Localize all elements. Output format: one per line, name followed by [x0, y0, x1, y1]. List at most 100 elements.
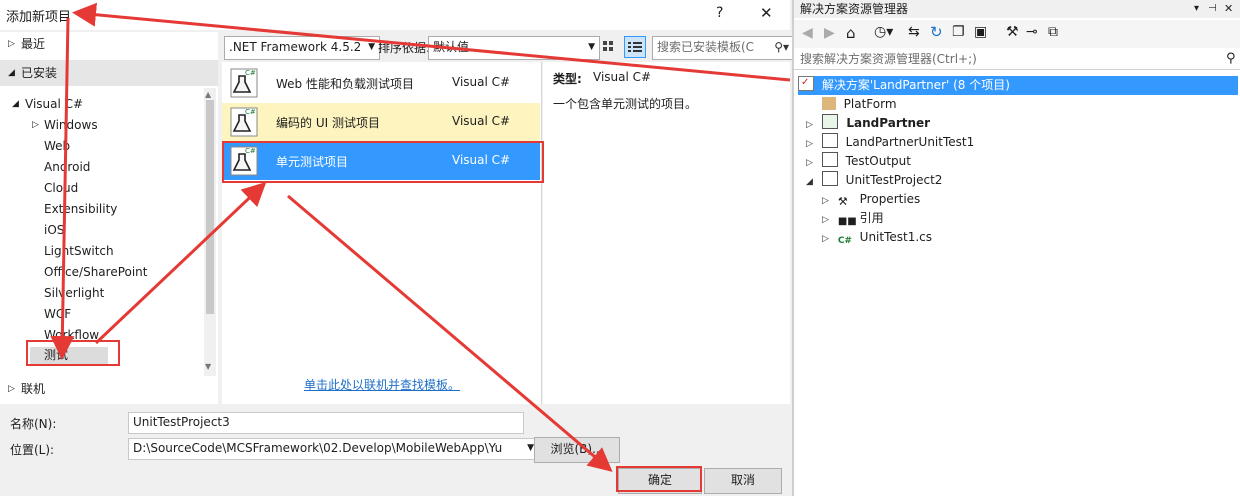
close-icon[interactable]: ✕ [1224, 0, 1233, 18]
expand-arrow-icon[interactable]: ▷ [822, 230, 834, 249]
template-language: Visual C# [452, 114, 511, 128]
collapse-arrow-icon[interactable]: ◢ [8, 60, 15, 86]
nav-recent-label: 最近 [21, 37, 46, 51]
project-settings: 名称(N): UnitTestProject3 位置(L): D:\Source… [0, 404, 790, 496]
svg-text:C#: C# [245, 69, 256, 77]
template-language: Visual C# [452, 75, 511, 89]
project-landpartnerunittest1[interactable]: ▷ LandPartnerUnitTest1 [806, 133, 974, 152]
test-project-icon [821, 171, 838, 186]
list-view-icon[interactable] [624, 36, 646, 58]
expand-arrow-icon[interactable]: ▷ [8, 34, 15, 54]
tree-item-label: LandPartnerUnitTest1 [845, 135, 975, 149]
close-icon[interactable]: ✕ [760, 4, 773, 22]
project-platform[interactable]: PlatForm [806, 95, 897, 114]
sort-dropdown[interactable]: 默认值 ▼ [428, 36, 600, 60]
history-icon[interactable]: ◷▾ [874, 24, 893, 40]
template-coded-ui[interactable]: C# 编码的 UI 测试项目 Visual C# [222, 103, 540, 141]
scroll-up-icon[interactable]: ▲ [205, 90, 211, 99]
nav-visual-csharp[interactable]: ◢ Visual C# [0, 94, 200, 114]
solution-search-input[interactable]: 搜索解决方案资源管理器(Ctrl+;) ⚲ [794, 48, 1240, 70]
chevron-down-icon: ▼ [527, 439, 534, 457]
forward-icon[interactable]: ▶ [824, 25, 835, 41]
nav-item-label: Cloud [44, 181, 79, 195]
nav-item-windows[interactable]: ▷ Windows [0, 115, 200, 135]
nav-item-test[interactable]: 测试 [0, 345, 200, 365]
csharp-file-icon: C# [837, 236, 852, 246]
nav-item-web[interactable]: Web [0, 136, 200, 156]
references-icon: ■■ [837, 216, 857, 227]
dropdown-icon[interactable]: ▾ [1194, 0, 1199, 18]
expand-arrow-icon[interactable]: ▷ [8, 376, 15, 402]
selection-highlight [30, 347, 108, 365]
name-label: 名称(N): [10, 417, 57, 431]
test-project-icon [821, 133, 838, 148]
node-properties[interactable]: ▷ ⚒ Properties [822, 190, 920, 209]
nav-item-android[interactable]: Android [0, 157, 200, 177]
sort-value: 默认值 [433, 40, 470, 54]
solution-root[interactable]: ✓ 解决方案'LandPartner' (8 个项目) [798, 76, 1238, 95]
type-label: 类型: [553, 72, 582, 86]
nav-item-label: Extensibility [44, 202, 118, 216]
refresh-icon[interactable]: ↻ [930, 23, 943, 41]
template-search-input[interactable]: 搜索已安装模板(C ⚲▾ [652, 36, 794, 60]
framework-dropdown[interactable]: .NET Framework 4.5.2 ▼ [224, 36, 380, 60]
test-flask-icon: C# [230, 68, 258, 98]
grid-view-icon[interactable] [600, 37, 620, 57]
nav-item-extensibility[interactable]: Extensibility [0, 199, 200, 219]
home-icon[interactable]: ⌂ [846, 24, 856, 42]
node-references[interactable]: ▷ ■■ 引用 [822, 209, 884, 228]
tree-item-label: PlatForm [843, 97, 897, 111]
nav-item-wcf[interactable]: WCF [0, 304, 200, 324]
nav-scrollbar-thumb[interactable] [206, 100, 214, 314]
project-landpartner[interactable]: ▷ LandPartner [806, 114, 930, 133]
back-icon[interactable]: ◀ [802, 25, 813, 41]
preview-icon[interactable]: ⊸ [1026, 24, 1038, 40]
ok-button[interactable]: 确定 [618, 468, 702, 494]
search-icon[interactable]: ⚲▾ [774, 37, 789, 57]
online-templates-link[interactable]: 单击此处以联机并查找模板。 [304, 376, 460, 393]
location-dropdown[interactable]: D:\SourceCode\MCSFramework\02.Develop\Mo… [128, 438, 538, 460]
nav-item-label: Silverlight [44, 286, 105, 300]
nav-visual-csharp-label: Visual C# [25, 97, 84, 111]
nav-installed-label: 已安装 [21, 66, 58, 80]
show-files-icon[interactable]: ▣ [974, 24, 987, 40]
svg-text:C#: C# [245, 147, 256, 155]
add-new-project-dialog: 添加新项目 ? ✕ ▷ 最近 ◢ 已安装 ◢ Visual C# ▷ Windo… [0, 0, 794, 496]
nav-online[interactable]: ▷ 联机 [0, 376, 218, 402]
collapse-arrow-icon[interactable]: ◢ [12, 94, 19, 114]
nav-item-label: LightSwitch [44, 244, 114, 258]
nav-item-office-sharepoint[interactable]: Office/SharePoint [0, 262, 200, 282]
solution-explorer-title-bar: 解决方案资源管理器 ▾ ⊣ ✕ [794, 0, 1240, 18]
nav-installed[interactable]: ◢ 已安装 [0, 60, 218, 86]
project-unittestproject2[interactable]: ◢ UnitTestProject2 [806, 171, 942, 190]
pin-icon[interactable]: ⊣ [1208, 0, 1217, 18]
search-icon[interactable]: ⚲ [1226, 48, 1236, 70]
collapse-all-icon[interactable]: ❐ [952, 24, 965, 40]
tree-item-label: UnitTestProject2 [845, 173, 943, 187]
project-name-input[interactable]: UnitTestProject3 [128, 412, 524, 434]
nav-item-label: 测试 [44, 348, 69, 362]
template-unit-test[interactable]: C# 单元测试项目 Visual C# [222, 142, 540, 180]
expand-arrow-icon[interactable]: ▷ [32, 115, 39, 135]
nav-item-ios[interactable]: iOS [0, 220, 200, 240]
file-unittest1[interactable]: ▷ C# UnitTest1.cs [822, 228, 932, 247]
nav-item-label: Office/SharePoint [44, 265, 148, 279]
tree-item-label: TestOutput [845, 154, 911, 168]
class-view-icon[interactable]: ⧉ [1048, 24, 1058, 40]
sync-icon[interactable]: ⇆ [908, 24, 920, 40]
template-search-placeholder: 搜索已安装模板(C [657, 40, 755, 54]
nav-item-lightswitch[interactable]: LightSwitch [0, 241, 200, 261]
help-icon[interactable]: ? [716, 5, 723, 21]
nav-item-workflow[interactable]: Workflow [0, 325, 200, 345]
nav-recent[interactable]: ▷ 最近 [0, 34, 200, 54]
dialog-title-bar: 添加新项目 ? ✕ [0, 0, 790, 30]
cancel-button[interactable]: 取消 [704, 468, 782, 494]
scroll-down-icon[interactable]: ▼ [205, 362, 211, 371]
properties-wrench-icon[interactable]: ⚒ [1006, 24, 1019, 40]
project-testoutput[interactable]: ▷ TestOutput [806, 152, 911, 171]
browse-button[interactable]: 浏览(B)... [534, 437, 620, 463]
nav-item-silverlight[interactable]: Silverlight [0, 283, 200, 303]
template-web-performance[interactable]: C# Web 性能和负载测试项目 Visual C# [222, 64, 540, 102]
collapse-arrow-icon[interactable]: ◢ [806, 173, 818, 192]
nav-item-cloud[interactable]: Cloud [0, 178, 200, 198]
